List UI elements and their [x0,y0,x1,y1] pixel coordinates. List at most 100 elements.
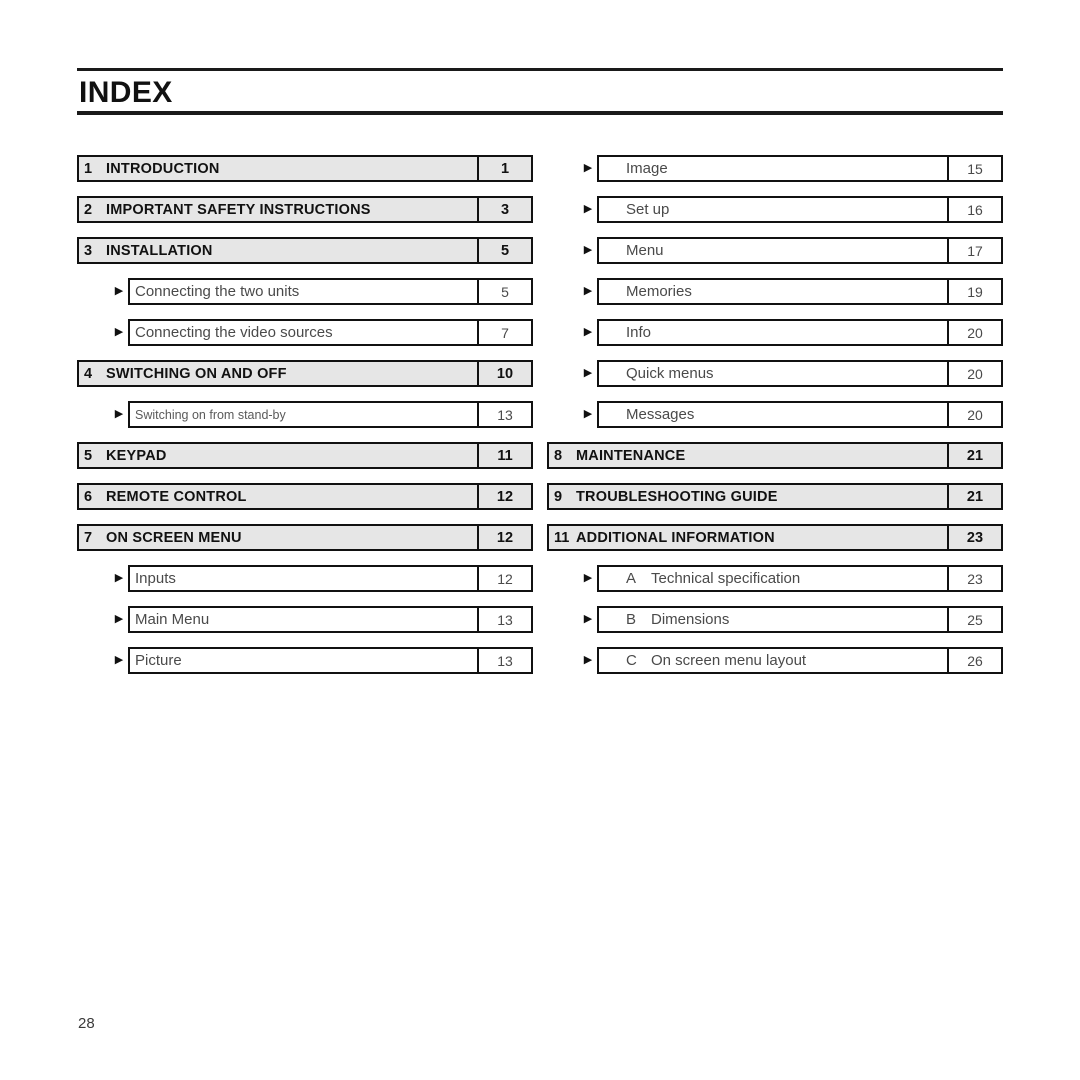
index-row-page-number: 23 [966,529,984,546]
index-row-label-cell: Set up [599,198,949,221]
index-column-left: 1 INTRODUCTION 1 2 IMPORTANT SAFETY INSTRUCT… [77,155,533,688]
index-row-page-number: 13 [497,652,513,669]
index-row-page-number: 12 [496,529,514,546]
index-row-label-cell: 2 IMPORTANT SAFETY INSTRUCTIONS [79,198,479,221]
index-row-label-cell: Main Menu [130,608,479,631]
index-subitem-row[interactable]: ▶ B Dimensions 25 [547,606,1003,633]
index-row-label-cell: 7 ON SCREEN MENU [79,526,479,549]
index-row-page-number: 1 [500,160,510,177]
bullet-arrow-icon: ▶ [114,613,124,625]
bullet-arrow-icon: ▶ [583,367,593,379]
index-row-box: Set up 16 [597,196,1003,223]
index-row-box: 11 ADDITIONAL INFORMATION 23 [547,524,1003,551]
index-row-label-cell: Memories [599,280,949,303]
index-row-box: Picture 13 [128,647,533,674]
index-row-label: Dimensions [651,611,730,628]
index-subitem-row[interactable]: ▶ Quick menus 20 [547,360,1003,387]
index-chapter-number: 4 [84,365,93,382]
index-chapter-number: 3 [84,242,93,259]
page-title: INDEX [79,76,173,109]
index-row-label-cell: 8 MAINTENANCE [549,444,949,467]
bullet-arrow-icon: ▶ [114,572,124,584]
bullet-arrow-icon: ▶ [583,285,593,297]
footer-page-number: 28 [78,1015,95,1032]
index-row-label: Memories [626,283,692,300]
index-subitem-row[interactable]: ▶ Menu 17 [547,237,1003,264]
index-row-label-cell: 6 REMOTE CONTROL [79,485,479,508]
index-subitem-row[interactable]: ▶ Set up 16 [547,196,1003,223]
index-row-box: 2 IMPORTANT SAFETY INSTRUCTIONS 3 [77,196,533,223]
index-column-right: ▶ Image 15 ▶ Set up 16 ▶ Menu 17 ▶ Memories 19 ▶ Info… [547,155,1003,688]
index-subitem-row[interactable]: ▶ Memories 19 [547,278,1003,305]
bullet-arrow-icon: ▶ [114,408,124,420]
index-row-label: MAINTENANCE [576,447,686,464]
index-row-label-cell: B Dimensions [599,608,949,631]
index-chapter-row[interactable]: 8 MAINTENANCE 21 [547,442,1003,469]
index-row-label: INTRODUCTION [106,160,220,177]
index-row-box: Info 20 [597,319,1003,346]
bullet-arrow-icon: ▶ [583,572,593,584]
index-chapter-row[interactable]: 4 SWITCHING ON AND OFF 10 [77,360,533,387]
index-chapter-number: 7 [84,529,93,546]
index-row-page-number: 26 [967,652,983,669]
index-row-page-number: 25 [967,611,983,628]
index-row-box: Memories 19 [597,278,1003,305]
index-row-page-number: 21 [966,447,984,464]
index-subitem-row[interactable]: ▶ C On screen menu layout 26 [547,647,1003,674]
index-subitem-row[interactable]: ▶ A Technical specification 23 [547,565,1003,592]
index-row-page-number: 13 [497,406,513,423]
index-row-label: IMPORTANT SAFETY INSTRUCTIONS [106,201,371,218]
index-row-label-cell: Image [599,157,949,180]
index-subitem-row[interactable]: ▶ Switching on from stand-by 13 [77,401,533,428]
index-chapter-row[interactable]: 7 ON SCREEN MENU 12 [77,524,533,551]
index-row-label-cell: 4 SWITCHING ON AND OFF [79,362,479,385]
index-row-box: C On screen menu layout 26 [597,647,1003,674]
index-subitem-row[interactable]: ▶ Main Menu 13 [77,606,533,633]
index-subitem-row[interactable]: ▶ Picture 13 [77,647,533,674]
index-subitem-row[interactable]: ▶ Connecting the video sources 7 [77,319,533,346]
index-row-label-cell: Inputs [130,567,479,590]
index-row-label: Info [626,324,652,341]
index-subitem-row[interactable]: ▶ Messages 20 [547,401,1003,428]
bullet-arrow-icon: ▶ [583,244,593,256]
index-chapter-row[interactable]: 11 ADDITIONAL INFORMATION 23 [547,524,1003,551]
index-row-box: 9 TROUBLESHOOTING GUIDE 21 [547,483,1003,510]
index-row-label: ADDITIONAL INFORMATION [576,529,775,546]
index-row-label-cell: 11 ADDITIONAL INFORMATION [549,526,949,549]
index-page: INDEX 1 INTRODUCTION 1 2 IMPORTANT SAFETY IN… [0,0,1080,1080]
index-row-box: Image 15 [597,155,1003,182]
index-row-page-number: 17 [967,242,983,259]
index-chapter-row[interactable]: 9 TROUBLESHOOTING GUIDE 21 [547,483,1003,510]
index-row-box: Switching on from stand-by 13 [128,401,533,428]
index-subitem-row[interactable]: ▶ Inputs 12 [77,565,533,592]
index-row-page-number: 16 [967,201,983,218]
index-subitem-row[interactable]: ▶ Image 15 [547,155,1003,182]
index-row-box: Connecting the video sources 7 [128,319,533,346]
index-row-page-number: 19 [967,283,983,300]
index-row-label-cell: 9 TROUBLESHOOTING GUIDE [549,485,949,508]
bullet-arrow-icon: ▶ [114,285,124,297]
index-row-page-number: 10 [496,365,514,382]
index-row-label: KEYPAD [106,447,167,464]
index-subitem-row[interactable]: ▶ Connecting the two units 5 [77,278,533,305]
index-row-label-cell: 1 INTRODUCTION [79,157,479,180]
index-row-page-number: 15 [967,160,983,177]
index-chapter-row[interactable]: 1 INTRODUCTION 1 [77,155,533,182]
bullet-arrow-icon: ▶ [583,613,593,625]
index-appendix-letter: A [626,570,637,587]
index-chapter-row[interactable]: 6 REMOTE CONTROL 12 [77,483,533,510]
bullet-arrow-icon: ▶ [114,654,124,666]
index-chapter-row[interactable]: 5 KEYPAD 11 [77,442,533,469]
index-chapter-row[interactable]: 2 IMPORTANT SAFETY INSTRUCTIONS 3 [77,196,533,223]
index-appendix-letter: C [626,652,637,669]
header-rule-bottom [77,111,1003,115]
index-row-page-number: 3 [500,201,510,218]
index-subitem-row[interactable]: ▶ Info 20 [547,319,1003,346]
index-row-box: Inputs 12 [128,565,533,592]
index-row-page-number: 5 [500,242,510,259]
index-chapter-number: 6 [84,488,93,505]
index-chapter-row[interactable]: 3 INSTALLATION 5 [77,237,533,264]
index-row-label: Connecting the video sources [135,324,333,341]
index-row-box: Main Menu 13 [128,606,533,633]
index-row-label-cell: 5 KEYPAD [79,444,479,467]
